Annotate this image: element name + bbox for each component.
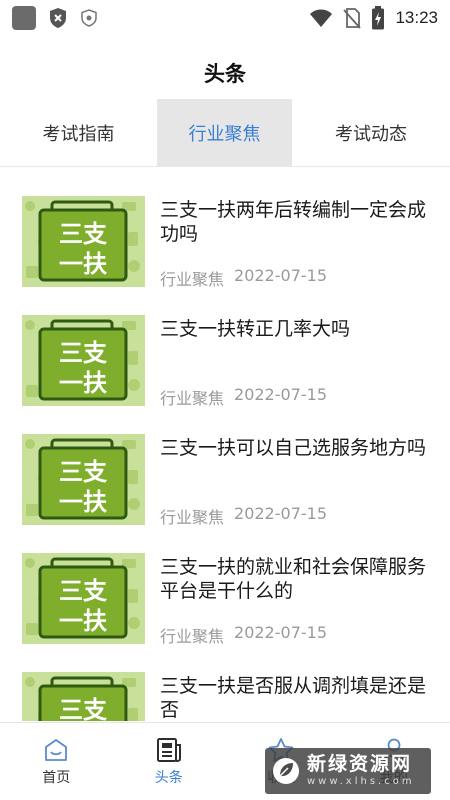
- article-title: 三支一扶两年后转编制一定会成功吗: [160, 199, 427, 245]
- thumb-line-1: 三支: [59, 577, 108, 605]
- tab-exam-news[interactable]: 考试动态: [292, 99, 450, 166]
- home-icon: [45, 738, 68, 761]
- thumb-line-1: 三支: [59, 696, 108, 721]
- article-thumbnail: 三支一扶: [22, 434, 145, 525]
- tab-industry-focus[interactable]: 行业聚焦: [157, 99, 292, 166]
- battery-charging-icon: [372, 6, 385, 30]
- leaf-logo-icon: [273, 758, 299, 784]
- thumb-line-2: 一扶: [59, 488, 107, 516]
- article-thumbnail: 三支一扶: [22, 672, 145, 721]
- status-time: 13:23: [395, 8, 438, 27]
- page-title: 头条: [204, 62, 246, 86]
- list-item[interactable]: 三支 一扶 三支一扶转正几率大吗 行业聚焦 2022-07-15: [0, 287, 450, 408]
- thumb-line-2: 一扶: [59, 250, 107, 278]
- thumb-line-1: 三支: [59, 339, 108, 367]
- article-thumbnail: 三支一扶: [22, 553, 145, 644]
- thumb-line-1: 三支: [59, 458, 108, 486]
- shield-x-icon: [50, 8, 66, 28]
- status-bar: 13:23: [0, 0, 450, 36]
- tab-bar: 考试指南 行业聚焦 考试动态: [0, 99, 450, 167]
- nav-home[interactable]: 首页: [0, 723, 113, 800]
- shield-icon: [81, 9, 97, 27]
- article-title: 三支一扶是否服从调剂填是还是否: [160, 675, 427, 721]
- article-title: 三支一扶的就业和社会保障服务平台是干什么的: [160, 556, 427, 602]
- thumb-line-2: 一扶: [59, 369, 107, 397]
- nav-home-label: 首页: [42, 769, 71, 786]
- watermark: 新绿资源网 www.xlhs.com: [265, 748, 431, 794]
- article-thumbnail: 三支一扶: [22, 315, 145, 406]
- article-thumbnail: 三支一扶: [22, 196, 145, 287]
- news-icon: [156, 737, 181, 762]
- tab-exam-guide[interactable]: 考试指南: [0, 99, 157, 166]
- article-list: 三支 一扶 三支一扶两年后转编制一定会成功吗 行业聚焦 2022-07-15 三支 一扶 三支…: [0, 168, 450, 721]
- thumb-line-1: 三支: [59, 220, 108, 248]
- wifi-icon: [310, 9, 333, 27]
- article-title: 三支一扶可以自己选服务地方吗: [160, 437, 427, 459]
- nav-news-label: 头条: [154, 769, 183, 786]
- watermark-main: 新绿资源网: [307, 753, 413, 775]
- nav-news[interactable]: 头条: [113, 723, 226, 800]
- list-item[interactable]: 三支 一扶 三支一扶两年后转编制一定会成功吗 行业聚焦 2022-07-15: [0, 168, 450, 289]
- thumb-line-2: 一扶: [59, 607, 107, 635]
- list-item[interactable]: 三支 一扶 三支一扶的就业和社会保障服务平台是干什么的 行业聚焦 2022-07-15: [0, 525, 450, 646]
- no-sim-icon: [343, 8, 362, 29]
- article-title: 三支一扶转正几率大吗: [160, 318, 351, 340]
- watermark-sub: www.xlhs.com: [307, 776, 415, 787]
- list-item[interactable]: 三支一扶三支一扶是否服从调剂填是还是否: [0, 644, 450, 721]
- app-icon: [12, 6, 36, 30]
- list-item[interactable]: 三支 一扶 三支一扶可以自己选服务地方吗 行业聚焦 2022-07-15: [0, 406, 450, 527]
